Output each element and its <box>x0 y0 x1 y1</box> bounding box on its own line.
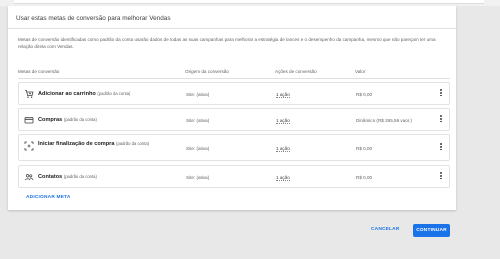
goal-origin: Site: (ativa) <box>186 175 210 180</box>
credit-card-icon <box>24 117 34 124</box>
more-vert-icon[interactable] <box>438 88 444 100</box>
cancel-button[interactable]: CANCELAR <box>371 227 400 232</box>
goal-action-link[interactable]: 1 ação <box>276 146 290 152</box>
goal-action-link[interactable]: 1 ação <box>276 175 290 181</box>
more-vert-icon[interactable] <box>438 114 444 126</box>
goal-suffix: (padrão da conta) <box>63 174 97 179</box>
goal-origin: Site: (ativa) <box>186 92 210 97</box>
add-goal-button[interactable]: ADICIONAR META <box>26 195 71 200</box>
goal-value: R$ 0,00 <box>356 146 373 151</box>
card-description: Metas de conversão identificadas como pa… <box>18 37 436 49</box>
header-origin: Origem da conversão <box>185 69 229 74</box>
goal-suffix: (padrão da conta) <box>63 117 97 122</box>
more-vert-icon[interactable] <box>438 171 444 183</box>
goal-value: Dinâmico (R$ 265,56 vaor.) <box>356 118 412 123</box>
table-row: Compras (padrão da conta) Site: (ativa) … <box>18 108 450 131</box>
conversion-goals-card: Usar estas metas de conversão para melho… <box>8 6 456 210</box>
goal-name: Compras (padrão da conta) <box>38 116 97 124</box>
contacts-icon <box>24 174 34 181</box>
goal-name-label: Iniciar finalização de compra <box>38 141 115 147</box>
header-goal: Metas de conversão <box>18 69 60 74</box>
goal-name-label: Adicionar ao carrinho <box>38 91 96 97</box>
goal-name: Adicionar ao carrinho (padrão da conta) <box>38 90 130 98</box>
goal-action-link[interactable]: 1 ação <box>276 118 290 124</box>
goal-action-link[interactable]: 1 ação <box>276 92 290 98</box>
header-actions: Ações de conversão <box>275 69 317 74</box>
goal-suffix: (padrão da conta) <box>97 91 131 96</box>
cart-add-icon <box>25 90 34 98</box>
table-header-divider <box>18 78 450 79</box>
checkout-scan-icon <box>24 141 34 151</box>
table-row: Adicionar ao carrinho (padrão da conta) … <box>18 82 450 105</box>
goal-name-label: Contatos <box>38 174 63 180</box>
more-vert-icon[interactable] <box>438 142 444 154</box>
goal-suffix: (padrão da conta) <box>116 141 150 146</box>
goal-name: Contatos (padrão da conta) <box>38 173 97 181</box>
continue-button[interactable]: CONTINUAR <box>413 224 450 237</box>
table-row: Contatos (padrão da conta) Site: (ativa)… <box>18 165 450 188</box>
goal-name-label: Compras <box>38 117 63 123</box>
goal-origin: Site: (ativa) <box>186 118 210 123</box>
goal-value: R$ 0,00 <box>356 92 373 97</box>
header-value: Valor <box>355 69 366 74</box>
goal-name: Iniciar finalização de compra (padrão da… <box>38 140 178 148</box>
goal-origin: Site: (ativa) <box>186 146 210 151</box>
card-divider <box>8 28 456 29</box>
card-title: Usar estas metas de conversão para melho… <box>16 15 171 22</box>
goal-value: R$ 0,00 <box>356 175 373 180</box>
top-strip-bar <box>14 0 484 4</box>
table-row: Iniciar finalização de compra (padrão da… <box>18 134 450 161</box>
